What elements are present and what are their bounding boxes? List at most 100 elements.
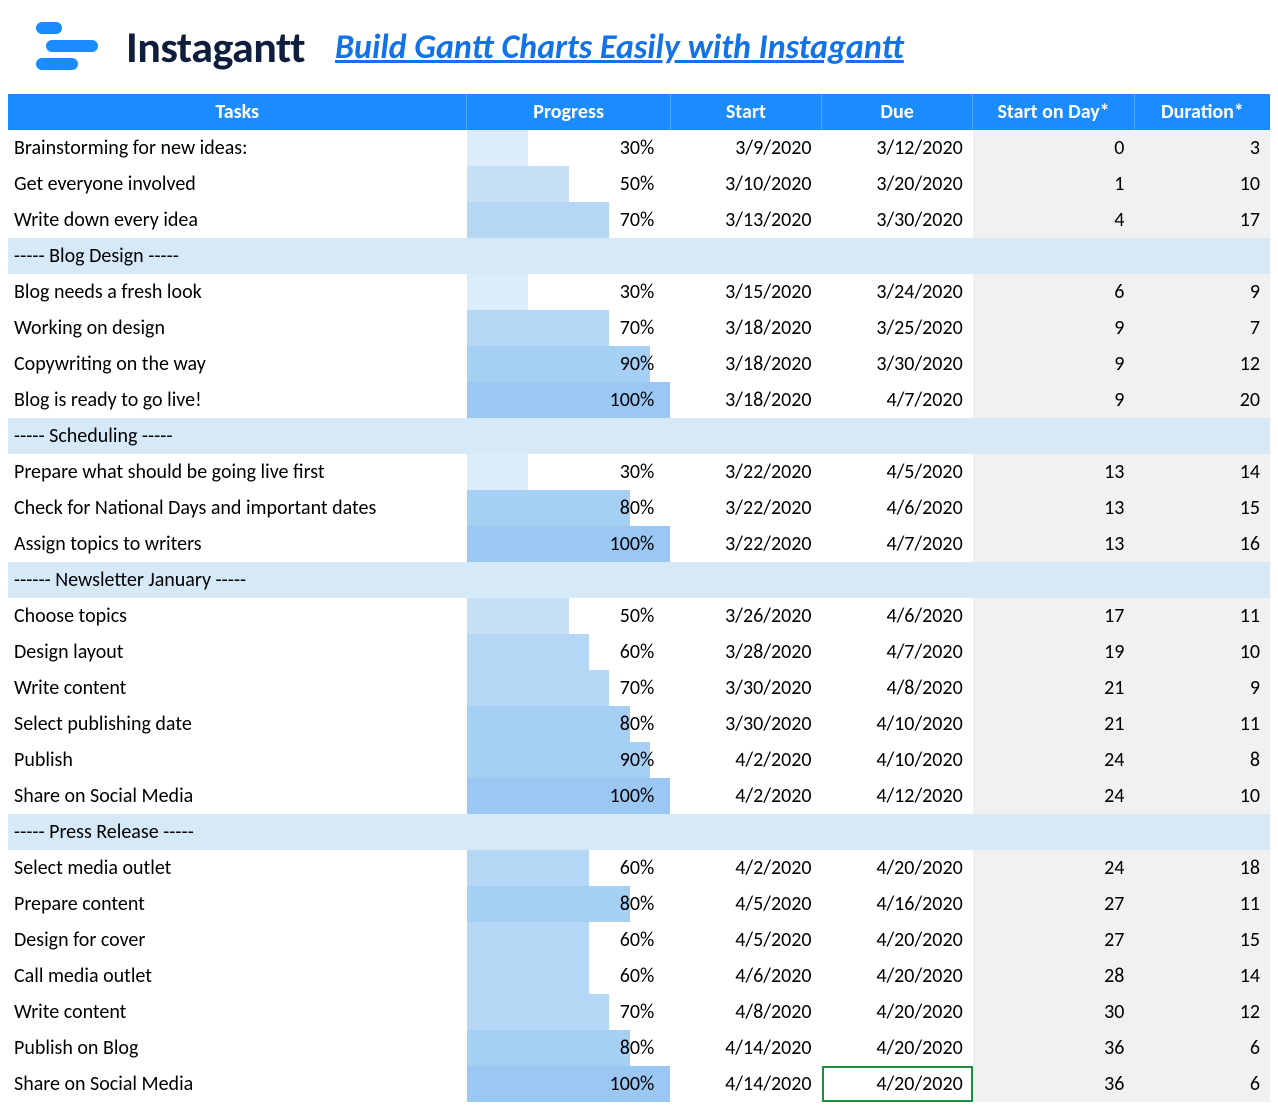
due-date-cell[interactable]: 3/24/2020 [822, 274, 973, 310]
duration-cell[interactable]: 10 [1134, 166, 1270, 202]
task-name-cell[interactable]: Write content [8, 670, 467, 706]
task-name-cell[interactable]: Design for cover [8, 922, 467, 958]
progress-cell[interactable]: 70% [467, 670, 670, 706]
duration-cell[interactable]: 18 [1134, 850, 1270, 886]
duration-cell[interactable]: 17 [1134, 202, 1270, 238]
progress-cell[interactable]: 30% [467, 454, 670, 490]
task-name-cell[interactable]: Select publishing date [8, 706, 467, 742]
start-on-day-cell[interactable]: 28 [973, 958, 1135, 994]
task-name-cell[interactable]: Prepare content [8, 886, 467, 922]
due-date-cell[interactable]: 4/6/2020 [822, 490, 973, 526]
start-on-day-cell[interactable]: 30 [973, 994, 1135, 1030]
start-on-day-cell[interactable]: 24 [973, 778, 1135, 814]
progress-cell[interactable]: 100% [467, 1066, 670, 1102]
due-date-cell[interactable]: 3/30/2020 [822, 202, 973, 238]
task-name-cell[interactable]: Blog is ready to go live! [8, 382, 467, 418]
progress-cell[interactable]: 30% [467, 274, 670, 310]
due-date-cell[interactable]: 3/20/2020 [822, 166, 973, 202]
start-on-day-cell[interactable]: 24 [973, 850, 1135, 886]
task-name-cell[interactable]: Select media outlet [8, 850, 467, 886]
start-on-day-cell[interactable]: 13 [973, 526, 1135, 562]
start-on-day-cell[interactable]: 0 [973, 130, 1135, 166]
title-link[interactable]: Build Gantt Charts Easily with Instagant… [335, 27, 904, 68]
due-date-cell[interactable]: 4/7/2020 [822, 526, 973, 562]
start-on-day-cell[interactable]: 9 [973, 382, 1135, 418]
duration-cell[interactable]: 11 [1134, 886, 1270, 922]
task-name-cell[interactable]: Share on Social Media [8, 1066, 467, 1102]
due-date-cell[interactable]: 4/20/2020 [822, 1066, 973, 1102]
progress-cell[interactable]: 50% [467, 598, 670, 634]
progress-cell[interactable]: 90% [467, 346, 670, 382]
duration-cell[interactable]: 11 [1134, 706, 1270, 742]
start-date-cell[interactable]: 4/6/2020 [670, 958, 821, 994]
task-name-cell[interactable]: Write down every idea [8, 202, 467, 238]
duration-cell[interactable]: 10 [1134, 778, 1270, 814]
due-date-cell[interactable]: 4/10/2020 [822, 706, 973, 742]
start-date-cell[interactable]: 3/13/2020 [670, 202, 821, 238]
start-date-cell[interactable]: 4/14/2020 [670, 1030, 821, 1066]
start-on-day-cell[interactable]: 36 [973, 1030, 1135, 1066]
due-date-cell[interactable]: 4/10/2020 [822, 742, 973, 778]
start-on-day-cell[interactable]: 27 [973, 922, 1135, 958]
start-date-cell[interactable]: 4/2/2020 [670, 850, 821, 886]
due-date-cell[interactable]: 4/20/2020 [822, 922, 973, 958]
start-on-day-cell[interactable]: 21 [973, 670, 1135, 706]
start-date-cell[interactable]: 3/30/2020 [670, 706, 821, 742]
progress-cell[interactable]: 60% [467, 850, 670, 886]
start-on-day-cell[interactable]: 24 [973, 742, 1135, 778]
duration-cell[interactable]: 9 [1134, 670, 1270, 706]
start-on-day-cell[interactable]: 9 [973, 310, 1135, 346]
duration-cell[interactable]: 3 [1134, 130, 1270, 166]
duration-cell[interactable]: 8 [1134, 742, 1270, 778]
duration-cell[interactable]: 7 [1134, 310, 1270, 346]
start-date-cell[interactable]: 4/2/2020 [670, 778, 821, 814]
start-date-cell[interactable]: 4/5/2020 [670, 922, 821, 958]
start-date-cell[interactable]: 3/22/2020 [670, 490, 821, 526]
duration-cell[interactable]: 6 [1134, 1066, 1270, 1102]
start-date-cell[interactable]: 4/5/2020 [670, 886, 821, 922]
progress-cell[interactable]: 60% [467, 922, 670, 958]
start-date-cell[interactable]: 3/18/2020 [670, 310, 821, 346]
due-date-cell[interactable]: 3/12/2020 [822, 130, 973, 166]
duration-cell[interactable]: 12 [1134, 346, 1270, 382]
start-date-cell[interactable]: 4/14/2020 [670, 1066, 821, 1102]
progress-cell[interactable]: 80% [467, 1030, 670, 1066]
start-date-cell[interactable]: 4/2/2020 [670, 742, 821, 778]
start-date-cell[interactable]: 4/8/2020 [670, 994, 821, 1030]
progress-cell[interactable]: 30% [467, 130, 670, 166]
due-date-cell[interactable]: 4/12/2020 [822, 778, 973, 814]
duration-cell[interactable]: 12 [1134, 994, 1270, 1030]
task-name-cell[interactable]: Choose topics [8, 598, 467, 634]
task-name-cell[interactable]: Publish [8, 742, 467, 778]
progress-cell[interactable]: 70% [467, 994, 670, 1030]
due-date-cell[interactable]: 4/5/2020 [822, 454, 973, 490]
task-name-cell[interactable]: Assign topics to writers [8, 526, 467, 562]
task-name-cell[interactable]: Brainstorming for new ideas: [8, 130, 467, 166]
task-name-cell[interactable]: Blog needs a fresh look [8, 274, 467, 310]
task-name-cell[interactable]: Check for National Days and important da… [8, 490, 467, 526]
due-date-cell[interactable]: 4/7/2020 [822, 382, 973, 418]
progress-cell[interactable]: 90% [467, 742, 670, 778]
progress-cell[interactable]: 80% [467, 490, 670, 526]
due-date-cell[interactable]: 4/20/2020 [822, 850, 973, 886]
duration-cell[interactable]: 11 [1134, 598, 1270, 634]
start-on-day-cell[interactable]: 27 [973, 886, 1135, 922]
due-date-cell[interactable]: 4/20/2020 [822, 1030, 973, 1066]
progress-cell[interactable]: 80% [467, 706, 670, 742]
task-name-cell[interactable]: Copywriting on the way [8, 346, 467, 382]
progress-cell[interactable]: 80% [467, 886, 670, 922]
start-date-cell[interactable]: 3/18/2020 [670, 382, 821, 418]
duration-cell[interactable]: 14 [1134, 454, 1270, 490]
task-name-cell[interactable]: Get everyone involved [8, 166, 467, 202]
start-date-cell[interactable]: 3/22/2020 [670, 526, 821, 562]
duration-cell[interactable]: 9 [1134, 274, 1270, 310]
due-date-cell[interactable]: 4/20/2020 [822, 994, 973, 1030]
due-date-cell[interactable]: 4/7/2020 [822, 634, 973, 670]
start-on-day-cell[interactable]: 36 [973, 1066, 1135, 1102]
progress-cell[interactable]: 100% [467, 778, 670, 814]
start-date-cell[interactable]: 3/28/2020 [670, 634, 821, 670]
due-date-cell[interactable]: 3/25/2020 [822, 310, 973, 346]
duration-cell[interactable]: 20 [1134, 382, 1270, 418]
duration-cell[interactable]: 14 [1134, 958, 1270, 994]
start-date-cell[interactable]: 3/9/2020 [670, 130, 821, 166]
